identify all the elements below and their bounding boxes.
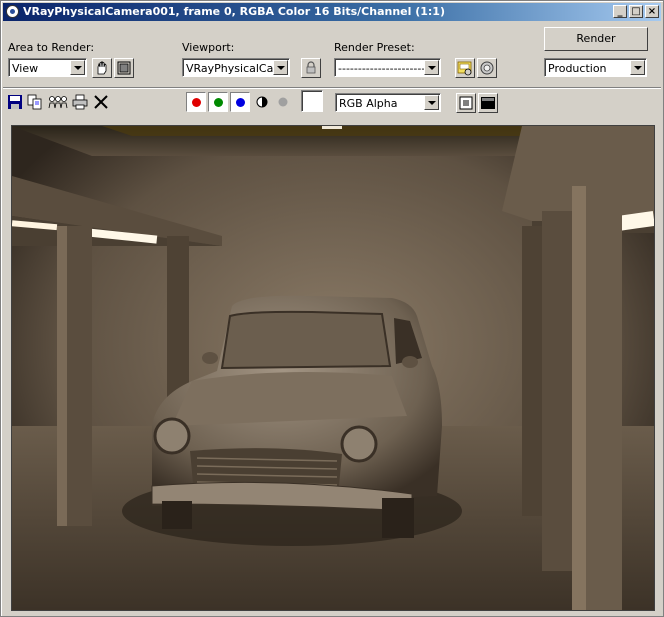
- blue-channel-button[interactable]: [230, 92, 250, 112]
- close-button[interactable]: ×: [645, 5, 659, 18]
- channel-value: RGB Alpha: [339, 97, 398, 110]
- window-title: VRayPhysicalCamera001, frame 0, RGBA Col…: [23, 5, 445, 18]
- copy-icon[interactable]: [27, 94, 43, 110]
- viewport-value: VRayPhysicalCame: [186, 62, 274, 75]
- blue-dot-icon: [236, 98, 245, 107]
- render-preset-dropdown[interactable]: --------------------------: [334, 58, 441, 77]
- save-icon[interactable]: [7, 94, 23, 110]
- chevron-down-icon: [70, 60, 85, 75]
- monochrome-icon[interactable]: [275, 94, 291, 110]
- color-swatch[interactable]: [301, 90, 323, 112]
- print-icon[interactable]: [72, 94, 88, 110]
- render-preset-label: Render Preset:: [334, 41, 415, 54]
- black-frame-icon: [481, 97, 495, 109]
- title-bar[interactable]: VRayPhysicalCamera001, frame 0, RGBA Col…: [3, 3, 661, 21]
- render-setup-icon: [457, 61, 472, 76]
- environment-effects-button[interactable]: [477, 58, 497, 78]
- viewport-dropdown[interactable]: VRayPhysicalCame: [182, 58, 290, 77]
- green-channel-button[interactable]: [208, 92, 228, 112]
- auto-region-button[interactable]: [114, 58, 134, 78]
- lock-icon: [306, 61, 316, 74]
- chevron-down-icon: [424, 95, 439, 110]
- display-toggle-button[interactable]: [456, 93, 476, 113]
- chevron-down-icon: [424, 60, 439, 75]
- green-dot-icon: [214, 98, 223, 107]
- region-frame-icon: [117, 61, 131, 75]
- edit-region-button[interactable]: [92, 58, 112, 78]
- clone-icon[interactable]: [48, 94, 68, 110]
- rendered-image[interactable]: [11, 125, 655, 611]
- render-setup-button[interactable]: [455, 58, 475, 78]
- red-dot-icon: [192, 98, 201, 107]
- teapot-icon: [480, 61, 494, 75]
- dark-display-button[interactable]: [478, 93, 498, 113]
- frame-window-icon: [459, 96, 473, 110]
- chevron-down-icon: [273, 60, 288, 75]
- render-frame-window: VRayPhysicalCamera001, frame 0, RGBA Col…: [0, 0, 664, 617]
- garage-car-render: [12, 126, 654, 610]
- chevron-down-icon: [630, 60, 645, 75]
- alpha-contrast-icon[interactable]: [254, 94, 270, 110]
- red-channel-button[interactable]: [186, 92, 206, 112]
- render-button[interactable]: Render: [544, 27, 648, 51]
- production-dropdown[interactable]: Production: [544, 58, 647, 77]
- clear-icon[interactable]: [93, 94, 109, 110]
- maximize-button[interactable]: □: [629, 5, 643, 18]
- toolbar-separator: [3, 87, 661, 89]
- lock-viewport-button[interactable]: [301, 58, 321, 78]
- channel-dropdown[interactable]: RGB Alpha: [335, 93, 441, 112]
- render-preset-value: --------------------------: [338, 62, 424, 75]
- viewport-label: Viewport:: [182, 41, 235, 54]
- production-value: Production: [548, 62, 607, 75]
- app-icon: [6, 5, 19, 18]
- hand-icon: [97, 61, 107, 75]
- area-to-render-dropdown[interactable]: View: [8, 58, 87, 77]
- area-to-render-value: View: [12, 62, 39, 75]
- area-to-render-label: Area to Render:: [8, 41, 95, 54]
- minimize-button[interactable]: _: [613, 5, 627, 18]
